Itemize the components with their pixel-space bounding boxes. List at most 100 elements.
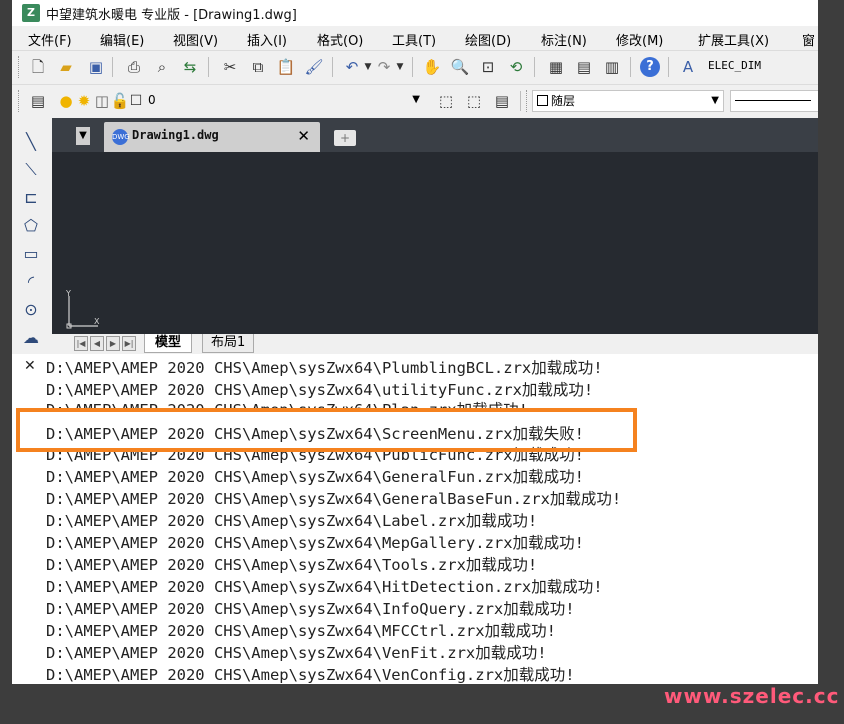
menu-modify[interactable]: 修改(M) xyxy=(616,30,663,49)
design-center-icon[interactable]: ▤ xyxy=(574,57,594,77)
menu-insert[interactable]: 插入(I) xyxy=(247,30,287,49)
dim-style-value: ELEC_DIM xyxy=(708,59,761,72)
layout-tab-bar: |◀ ◀ ▶ ▶| 模型 布局1 xyxy=(52,334,818,354)
cut-icon[interactable]: ✂ xyxy=(220,57,240,77)
command-line: D:\AMEP\AMEP 2020 CHS\Amep\sysZwx64\MFCC… xyxy=(46,622,556,640)
construction-line-icon[interactable]: ⟍ xyxy=(21,160,41,180)
help-icon[interactable]: ? xyxy=(640,57,660,77)
command-line: D:\AMEP\AMEP 2020 CHS\Amep\sysZwx64\Gene… xyxy=(46,490,622,508)
properties-icon[interactable]: ▥ xyxy=(602,57,622,77)
calculator-icon[interactable]: ▦ xyxy=(546,57,566,77)
command-line: D:\AMEP\AMEP 2020 CHS\Amep\sysZwx64\Info… xyxy=(46,600,575,618)
color-dropdown[interactable]: 随层 ▼ xyxy=(532,90,724,112)
ucs-icon: Y X xyxy=(65,290,100,329)
chevron-down-icon: ▼ xyxy=(412,94,420,105)
command-line: D:\AMEP\AMEP 2020 CHS\Amep\sysZwx64\Gene… xyxy=(46,468,584,486)
menu-draw[interactable]: 绘图(D) xyxy=(465,30,511,49)
layer-freeze-sun-icon[interactable]: ✹ xyxy=(74,91,94,111)
app-logo: Z xyxy=(22,4,40,22)
print-preview-icon[interactable]: ⌕ xyxy=(152,57,172,77)
close-tab-icon[interactable]: ✕ xyxy=(297,127,310,145)
color-swatch-icon xyxy=(537,95,548,106)
menu-window[interactable]: 窗 xyxy=(802,30,815,49)
document-tab-strip: ▼ DWG Drawing1.dwg ✕ + xyxy=(52,118,818,152)
menu-tools[interactable]: 工具(T) xyxy=(392,30,436,49)
redo-dropdown-icon[interactable]: ▼ xyxy=(390,57,410,77)
menu-bar: 文件(F) 编辑(E) 视图(V) 插入(I) 格式(O) 工具(T) 绘图(D… xyxy=(12,26,818,50)
ucs-y-label: Y xyxy=(65,290,71,298)
zoom-previous-icon[interactable]: ⟲ xyxy=(506,57,526,77)
command-history-panel[interactable]: ✕ D:\AMEP\AMEP 2020 CHS\Amep\sysZwx64\Pl… xyxy=(12,354,818,684)
paste-icon[interactable]: 📋 xyxy=(276,57,296,77)
chevron-down-icon: ▼ xyxy=(711,95,719,106)
next-layout-icon[interactable]: ▶ xyxy=(106,336,120,351)
circle-icon[interactable]: ⊙ xyxy=(21,300,41,320)
prev-layout-icon[interactable]: ◀ xyxy=(90,336,104,351)
layer-manager-icon[interactable]: ▤ xyxy=(28,91,48,111)
menu-extensions[interactable]: 扩展工具(X) xyxy=(698,30,769,49)
zoom-realtime-icon[interactable]: 🔍 xyxy=(450,57,470,77)
line-icon[interactable]: ╲ xyxy=(21,132,41,152)
layer-dropdown[interactable]: 0 ▼ xyxy=(144,90,424,112)
ucs-x-label: X xyxy=(94,317,100,326)
polygon-icon[interactable]: ⬠ xyxy=(21,216,41,236)
tab-layout1[interactable]: 布局1 xyxy=(202,334,255,353)
menu-dimension[interactable]: 标注(N) xyxy=(541,30,587,49)
menu-view[interactable]: 视图(V) xyxy=(173,30,218,49)
open-folder-icon[interactable]: ▰ xyxy=(56,57,76,77)
last-layout-icon[interactable]: ▶| xyxy=(122,336,136,351)
menu-edit[interactable]: 编辑(E) xyxy=(100,30,144,49)
dwg-file-icon: DWG xyxy=(112,129,130,145)
command-line: D:\AMEP\AMEP 2020 CHS\Amep\sysZwx64\Labe… xyxy=(46,512,538,530)
linetype-sample xyxy=(735,100,811,101)
drawing-area: ▼ DWG Drawing1.dwg ✕ + Y X xyxy=(52,118,818,334)
pan-hand-icon[interactable]: ✋ xyxy=(422,57,442,77)
polyline-icon[interactable]: ⊏ xyxy=(21,188,41,208)
menu-file[interactable]: 文件(F) xyxy=(28,30,72,49)
zoom-window-icon[interactable]: ⊡ xyxy=(478,57,498,77)
publish-icon[interactable]: ⇆ xyxy=(180,57,200,77)
layer-viewport-icon[interactable]: ◫ xyxy=(92,91,112,111)
match-properties-icon[interactable]: 🖌 xyxy=(304,57,324,77)
tab-drawing1[interactable]: DWG Drawing1.dwg ✕ xyxy=(104,122,320,152)
tab-model[interactable]: 模型 xyxy=(144,334,193,353)
command-line: D:\AMEP\AMEP 2020 CHS\Amep\sysZwx64\HitD… xyxy=(46,578,603,596)
arc-icon[interactable]: ◜ xyxy=(21,272,41,292)
rectangle-icon[interactable]: ▭ xyxy=(21,244,41,264)
text-style-icon[interactable]: A xyxy=(678,57,698,77)
make-current-layer-icon[interactable]: ⬚ xyxy=(436,91,456,111)
menu-format[interactable]: 格式(O) xyxy=(317,30,363,49)
draw-toolbar: ╲ ⟍ ⊏ ⬠ ▭ ◜ ⊙ ☁ xyxy=(12,118,48,358)
title-bar: Z 中望建筑水暖电 专业版 - [Drawing1.dwg] xyxy=(12,0,818,26)
linetype-dropdown[interactable] xyxy=(730,90,818,112)
first-layout-icon[interactable]: |◀ xyxy=(74,336,88,351)
layer-color-swatch-icon[interactable]: ☐ xyxy=(126,91,146,111)
layer-states-icon[interactable]: ▤ xyxy=(492,91,512,111)
layer-toolbar: ▤ ● ✹ ◫ 🔓 ☐ 0 ▼ ⬚ ⬚ ▤ 随层 ▼ xyxy=(12,84,818,116)
standard-toolbar: 🗋 ▰ ▣ ⎙ ⌕ ⇆ ✂ ⧉ 📋 🖌 ↶ ▼ ↷ ▼ ✋ 🔍 ⊡ ⟲ ▦ ▤ … xyxy=(12,50,818,82)
command-line: D:\AMEP\AMEP 2020 CHS\Amep\sysZwx64\Plum… xyxy=(46,359,603,377)
toolbar-grip[interactable] xyxy=(18,90,21,112)
copy-icon[interactable]: ⧉ xyxy=(248,57,268,77)
command-line: D:\AMEP\AMEP 2020 CHS\Amep\sysZwx64\Tool… xyxy=(46,556,538,574)
command-line: D:\AMEP\AMEP 2020 CHS\Amep\sysZwx64\VenF… xyxy=(46,644,547,662)
new-file-icon[interactable]: 🗋 xyxy=(28,57,48,77)
tab-label: Drawing1.dwg xyxy=(132,128,219,142)
app-window: Z 中望建筑水暖电 专业版 - [Drawing1.dwg] 文件(F) 编辑(… xyxy=(12,0,818,684)
color-value: 随层 xyxy=(551,94,576,108)
error-highlight-box xyxy=(16,408,637,452)
tab-list-dropdown-icon[interactable]: ▼ xyxy=(76,127,90,145)
new-tab-button[interactable]: + xyxy=(334,130,356,146)
layer-on-bulb-icon[interactable]: ● xyxy=(56,91,76,111)
layer-previous-icon[interactable]: ⬚ xyxy=(464,91,484,111)
command-line: D:\AMEP\AMEP 2020 CHS\Amep\sysZwx64\util… xyxy=(46,381,594,399)
close-command-panel-icon[interactable]: ✕ xyxy=(24,358,36,374)
toolbar-grip[interactable] xyxy=(18,56,21,78)
dim-style-dropdown[interactable]: ELEC_DIM xyxy=(704,56,818,78)
window-title: 中望建筑水暖电 专业版 - [Drawing1.dwg] xyxy=(46,7,297,23)
toolbar-grip[interactable] xyxy=(526,90,529,112)
print-icon[interactable]: ⎙ xyxy=(124,57,144,77)
revision-cloud-icon[interactable]: ☁ xyxy=(21,328,41,348)
drawing-canvas[interactable]: Y X xyxy=(52,152,818,334)
save-icon[interactable]: ▣ xyxy=(86,57,106,77)
